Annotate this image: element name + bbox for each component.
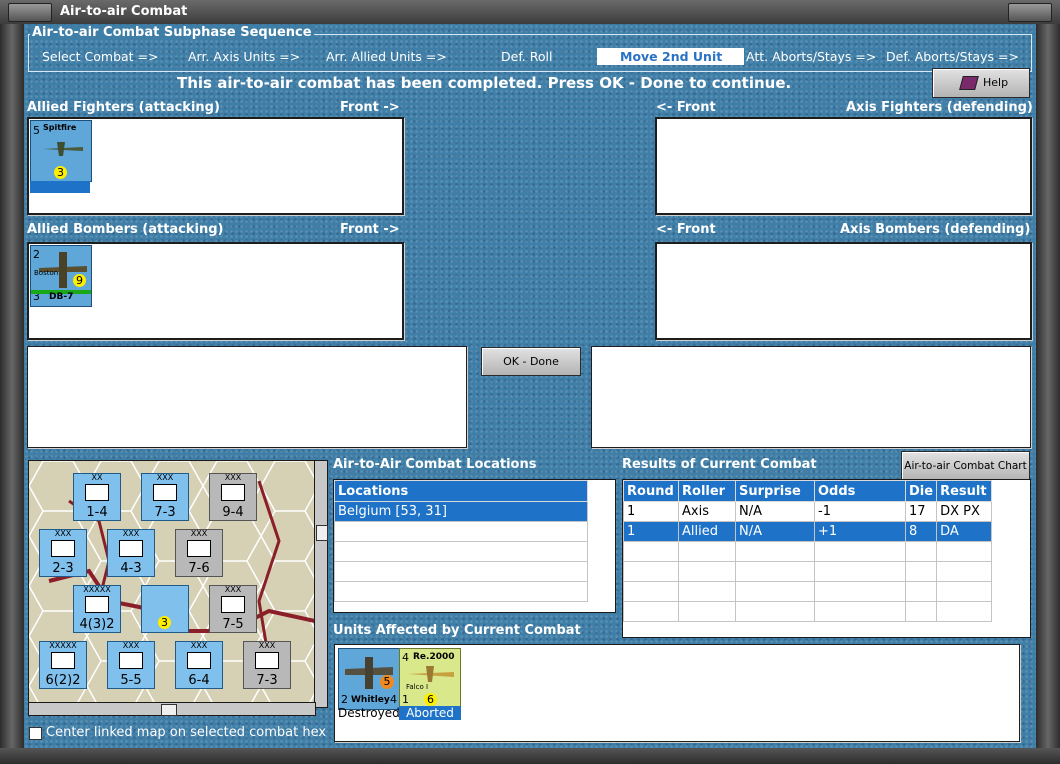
map-vertical-scroll-thumb[interactable] — [316, 525, 328, 541]
status-message: This air-to-air combat has been complete… — [177, 74, 792, 92]
allied-fighters-panel[interactable]: 5 Spitfire 3 — [27, 117, 404, 215]
allied-message-box — [27, 346, 467, 448]
spitfire-name: Spitfire — [43, 123, 77, 132]
axis-bombers-title: Axis Bombers (defending) — [840, 222, 1031, 237]
map-counter[interactable]: XXX 7-5 — [209, 585, 257, 633]
subphase-sequence-legend: Air-to-air Combat Subphase Sequence — [30, 25, 314, 40]
axis-fighters-front: <- Front — [656, 100, 716, 115]
dialog-body: Air-to-air Combat Subphase Sequence Sele… — [24, 24, 1036, 748]
boston-model-label: DB-7 — [49, 292, 74, 302]
re2000-name: Re.2000 — [413, 652, 455, 662]
axis-bombers-front: <- Front — [656, 222, 716, 237]
window-title: Air-to-air Combat — [60, 4, 188, 19]
step-def-aborts-stays: Def. Aborts/Stays => — [886, 49, 1019, 64]
window-close-button[interactable] — [1008, 3, 1052, 22]
results-col-round: Round — [623, 480, 679, 502]
window-frame: Air-to-air Combat Air-to-air Combat Subp… — [0, 0, 1060, 764]
linked-map[interactable]: XX 1-4 XXX 7-3 XXX 9-4 XXX 2-3 XXX 4-3 XXX 7-6… — [28, 460, 316, 708]
allied-bombers-panel[interactable]: 2 Boston 9 3 DB-7 — [27, 242, 404, 340]
axis-message-box — [591, 346, 1031, 448]
spitfire-selection-bar — [30, 181, 90, 193]
locations-header: Locations — [334, 480, 588, 502]
re2000-range: 6 — [424, 693, 437, 706]
location-row[interactable]: Belgium [53, 31] — [334, 501, 588, 522]
fighter-plane-icon — [43, 142, 83, 156]
boston-counter[interactable]: 2 Boston 9 3 DB-7 — [30, 245, 92, 307]
step-def-roll: Def. Roll — [501, 49, 553, 64]
whitley-attack: 4 — [390, 693, 397, 706]
frame-bottom-edge — [0, 748, 1060, 764]
whitley-counter[interactable]: 5 2 Whitley 4 — [338, 648, 400, 710]
results-col-roller: Roller — [678, 480, 736, 502]
book-icon — [959, 76, 979, 90]
re2000-subname: Falco I — [406, 683, 429, 691]
axis-bombers-panel[interactable] — [655, 242, 1032, 340]
map-counter[interactable]: XXXXX 6(2)2 — [39, 641, 87, 689]
map-counter[interactable]: XXX 7-3 — [141, 473, 189, 521]
title-bar: Air-to-air Combat — [0, 0, 1060, 25]
fighter-plane-icon — [408, 666, 454, 682]
map-counter[interactable]: XXX 5-5 — [107, 641, 155, 689]
window-menu-button[interactable] — [8, 3, 52, 22]
spitfire-counter[interactable]: 5 Spitfire 3 — [30, 120, 92, 182]
allied-fighters-front: Front -> — [340, 100, 400, 115]
locations-list[interactable]: Locations Belgium [53, 31] — [333, 479, 616, 613]
allied-fighters-title: Allied Fighters (attacking) — [27, 100, 220, 115]
boston-range: 9 — [73, 274, 86, 287]
help-button[interactable]: Help — [932, 68, 1030, 98]
boston-name: Boston — [34, 269, 59, 277]
frame-left-edge — [0, 24, 24, 750]
results-title: Results of Current Combat — [622, 457, 817, 472]
map-counter[interactable]: XXX 2-3 — [39, 529, 87, 577]
locations-title: Air-to-Air Combat Locations — [333, 457, 537, 472]
map-horizontal-scroll-thumb[interactable] — [161, 704, 177, 716]
spitfire-air-value: 5 — [33, 124, 40, 137]
spitfire-range: 3 — [54, 166, 67, 179]
center-map-checkbox[interactable] — [29, 727, 42, 740]
center-map-checkbox-label: Center linked map on selected combat hex — [46, 725, 327, 740]
map-counter[interactable]: XX 1-4 — [73, 473, 121, 521]
frame-right-edge — [1036, 24, 1060, 750]
whitley-range: 5 — [380, 675, 394, 689]
allied-bombers-title: Allied Bombers (attacking) — [27, 222, 224, 237]
results-table[interactable]: Round Roller Surprise Odds Die Result 1 … — [622, 479, 1031, 638]
air-to-air-chart-button[interactable]: Air-to-air Combat Chart — [901, 451, 1030, 481]
axis-fighters-title: Axis Fighters (defending) — [846, 100, 1033, 115]
re2000-status: Aborted — [399, 706, 461, 720]
help-button-label: Help — [983, 76, 1009, 89]
map-counter[interactable]: XXX 4-3 — [107, 529, 155, 577]
results-col-surprise: Surprise — [735, 480, 815, 502]
step-arr-allied-units: Arr. Allied Units => — [326, 49, 447, 64]
location-cell: Belgium [53, 31] — [334, 501, 588, 522]
allied-bombers-front: Front -> — [340, 222, 400, 237]
results-row[interactable]: 1 Axis N/A -1 17 DX PX — [623, 501, 993, 522]
map-horizontal-scrollbar[interactable] — [28, 702, 316, 716]
re2000-air-value: 4 — [402, 651, 409, 664]
whitley-name: Whitley — [351, 695, 390, 705]
whitley-status: Destroyed — [338, 706, 400, 720]
results-col-result: Result — [936, 480, 993, 502]
map-counter[interactable]: XXX 7-6 — [175, 529, 223, 577]
results-row-selected[interactable]: 1 Allied N/A +1 8 DA — [623, 521, 993, 542]
step-select-combat: Select Combat => — [42, 49, 159, 64]
axis-fighters-panel[interactable] — [655, 117, 1032, 215]
units-affected-panel[interactable]: 5 2 Whitley 4 Destroyed 4 Re.2000 Falco … — [334, 644, 1020, 742]
results-col-die: Die — [904, 480, 938, 502]
map-vertical-scrollbar[interactable] — [314, 460, 328, 708]
re2000-defense: 1 — [402, 693, 409, 706]
ok-done-button[interactable]: OK - Done — [481, 347, 581, 376]
whitley-defense: 2 — [341, 693, 348, 706]
step-move-2nd-unit: Move 2nd Unit — [597, 48, 745, 65]
map-spitfire-counter[interactable]: 3 — [141, 585, 189, 633]
step-att-aborts-stays: Att. Aborts/Stays => — [746, 49, 877, 64]
results-col-odds: Odds — [814, 480, 906, 502]
units-affected-title: Units Affected by Current Combat — [333, 623, 581, 638]
step-arr-axis-units: Arr. Axis Units => — [188, 49, 301, 64]
map-counter[interactable]: XXX 7-3 — [243, 641, 291, 689]
map-counter[interactable]: XXX 9-4 — [209, 473, 257, 521]
re2000-counter[interactable]: 4 Re.2000 Falco I 1 6 — [399, 648, 461, 710]
map-counter[interactable]: XXXXX 4(3)2 — [73, 585, 121, 633]
map-counter[interactable]: XXX 6-4 — [175, 641, 223, 689]
